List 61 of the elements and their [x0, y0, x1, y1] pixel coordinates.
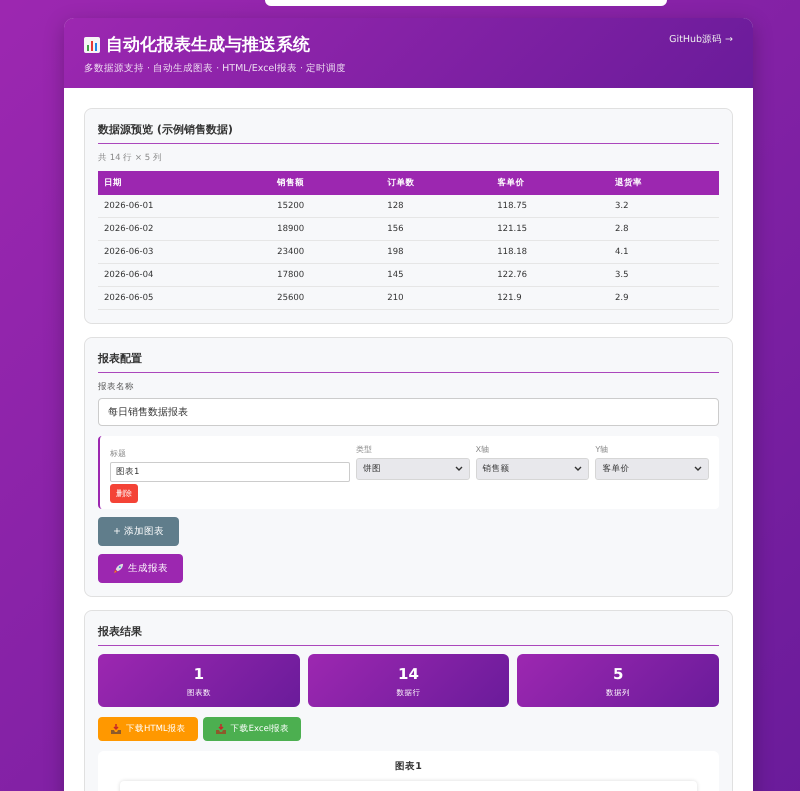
table-cell: 2026-06-01 [98, 195, 272, 218]
table-cell: 15200 [271, 195, 382, 218]
table-cell: 2.8 [609, 218, 719, 240]
chart-title: 图表1 [394, 760, 423, 773]
column-header: 客单价 [491, 171, 609, 195]
table-cell: 18900 [271, 218, 382, 240]
table-cell: 3.5 [609, 264, 719, 286]
table-cell: 118.75 [491, 195, 609, 218]
delete-button[interactable]: 删除 [110, 484, 138, 503]
table-cell: 128 [381, 195, 492, 218]
generate-report-button[interactable]: 生成报表 [98, 554, 183, 583]
table-cell: 145 [381, 264, 492, 286]
table-cell: 121.9 [491, 286, 609, 310]
table-cell: 210 [381, 286, 492, 310]
stat-value: 5 [612, 665, 624, 683]
field-label: Y轴 [595, 444, 610, 455]
chart-title-field[interactable]: 图表1 [110, 462, 350, 482]
table-cell: 2026-06-02 [98, 218, 272, 240]
chevron-down-icon [694, 466, 702, 472]
table-cell: 122.76 [491, 264, 609, 286]
table-cell: 4.1 [609, 240, 719, 264]
section-title: 报表配置 [98, 351, 719, 373]
column-header: 订单数 [381, 171, 492, 195]
section-title: 数据源预览 (示例销售数据) [98, 122, 719, 144]
column-header: 日期 [98, 171, 272, 195]
y-axis-dropdown[interactable]: 客单价 [595, 458, 709, 480]
column-header: 销售额 [271, 171, 382, 195]
bar-chart-icon [84, 36, 100, 52]
table-cell: 2.9 [609, 286, 719, 310]
table-cell: 198 [381, 240, 492, 264]
inbox-tray-icon [214, 723, 227, 735]
section-title: 报表结果 [98, 624, 719, 646]
field-label: 报表名称 [98, 381, 135, 393]
table-cell: 121.15 [491, 218, 609, 240]
inbox-tray-icon [110, 723, 122, 735]
stat-value: 1 [192, 665, 206, 683]
field-label: 类型 [356, 444, 373, 455]
table-cell: 2026-06-03 [98, 240, 272, 264]
add-chart-button[interactable]: + 添加图表 [98, 517, 179, 546]
app-title: 自动化报表生成与推送系统 [106, 34, 310, 56]
field-label: 标题 [110, 448, 127, 459]
rocket-icon [113, 563, 124, 574]
column-header: 退货率 [609, 171, 719, 195]
table-cell: 2026-06-05 [98, 286, 272, 310]
table-cell: 2026-06-04 [98, 264, 272, 286]
table-cell: 23400 [271, 240, 382, 264]
field-label: X轴 [476, 444, 490, 455]
app-subtitle: 多数据源支持 · 自动生成图表 · HTML/Excel报表 · 定时调度 [84, 62, 346, 75]
table-cell: 17800 [271, 264, 382, 286]
table-cell: 118.18 [491, 240, 609, 264]
report-name-field[interactable]: 每日销售数据报表 [98, 398, 719, 426]
stat-value: 14 [397, 665, 420, 683]
table-cell: 156 [381, 218, 492, 240]
row-count-summary: 共 14 行 × 5 列 [98, 152, 163, 164]
github-link[interactable]: GitHub源码 → [669, 33, 733, 75]
table-cell: 3.2 [609, 195, 719, 218]
chevron-down-icon [574, 466, 582, 472]
x-axis-dropdown[interactable]: 销售额 [476, 458, 590, 480]
chevron-down-icon [454, 466, 463, 472]
chart-type-dropdown[interactable]: 饼图 [356, 458, 470, 480]
table-cell: 25600 [271, 286, 382, 310]
